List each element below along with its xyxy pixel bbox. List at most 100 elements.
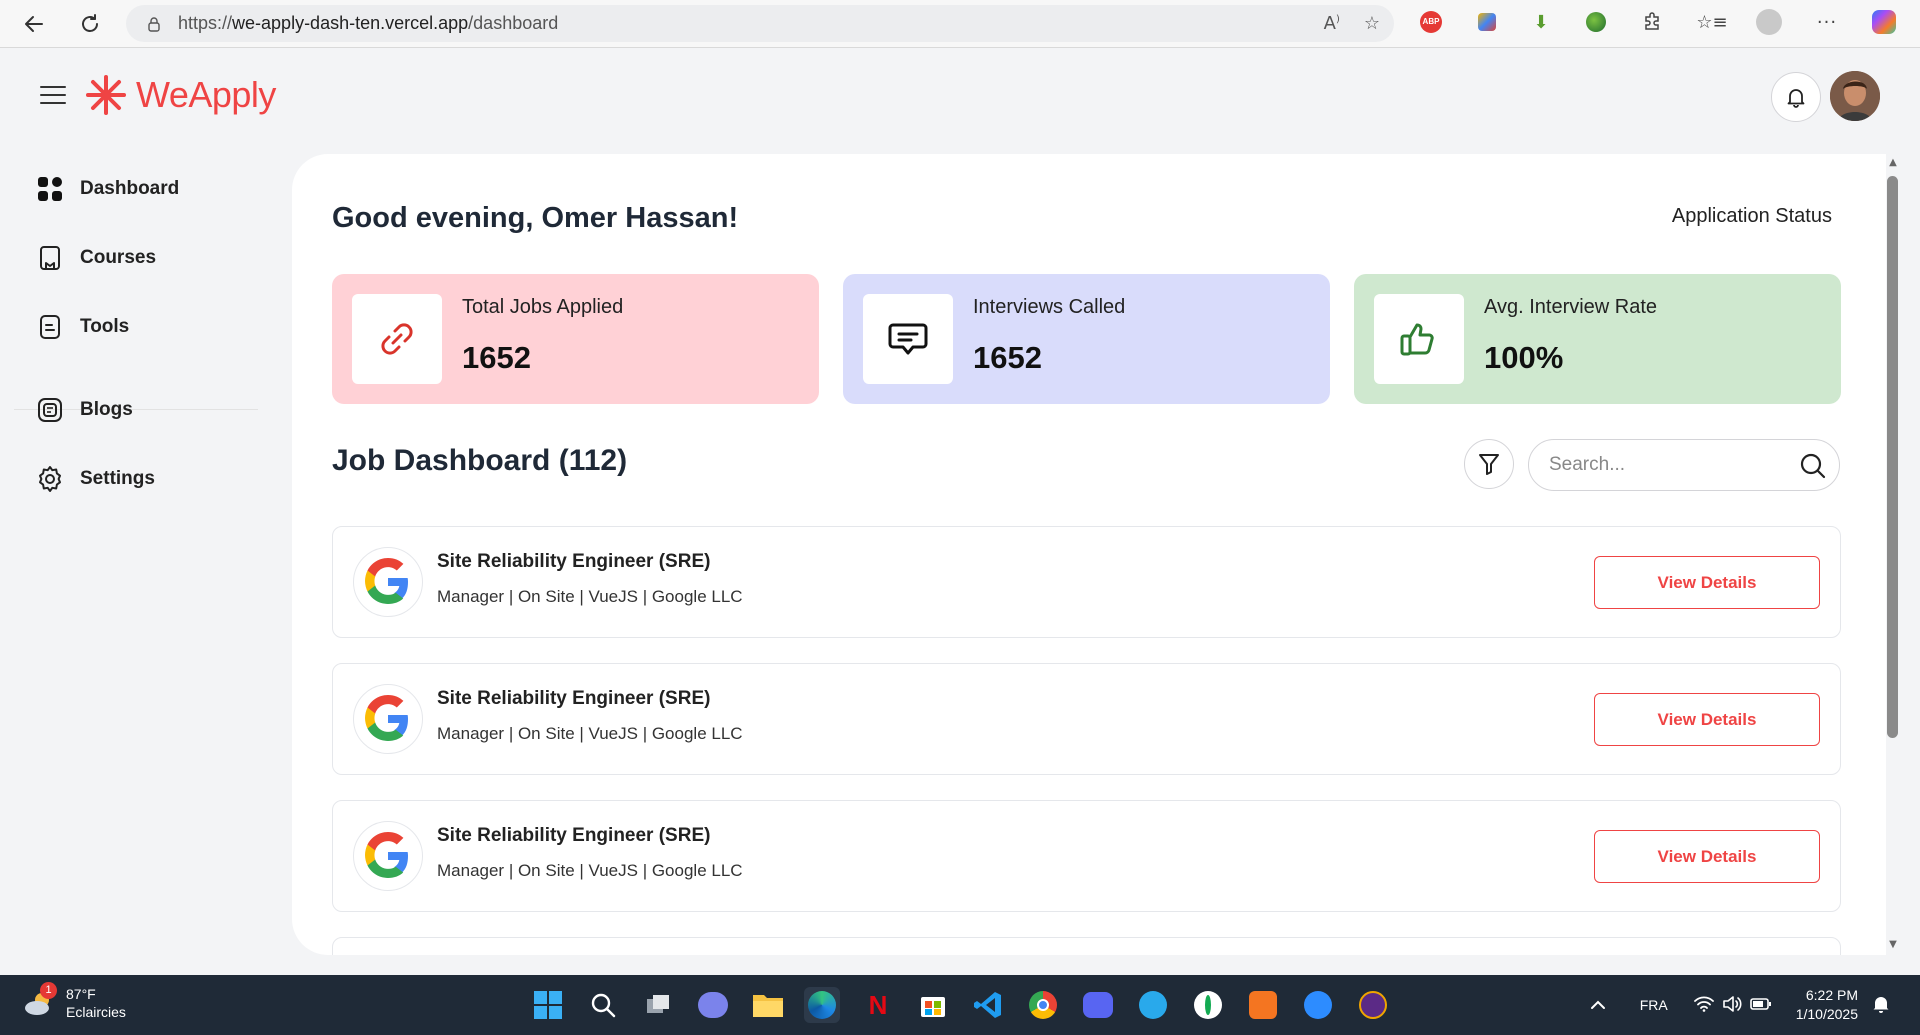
google-logo-icon: [353, 684, 423, 754]
sidebar-item-settings[interactable]: Settings: [36, 459, 155, 499]
wifi-icon[interactable]: [1693, 996, 1714, 1015]
stat-label: Avg. Interview Rate: [1484, 296, 1658, 318]
stat-value: 1652: [973, 340, 1042, 375]
job-title: Site Reliability Engineer (SRE): [437, 688, 711, 709]
refresh-icon[interactable]: [72, 6, 108, 42]
stat-card-interviews: Interviews Called 1652: [843, 274, 1330, 404]
link-icon: [352, 294, 442, 384]
windows-start-icon[interactable]: [530, 987, 566, 1023]
discord-icon[interactable]: [1080, 987, 1116, 1023]
stat-card-total-jobs: Total Jobs Applied 1652: [332, 274, 819, 404]
sidebar-item-label: Dashboard: [80, 178, 180, 199]
lock-icon: [148, 16, 160, 32]
job-meta: Manager | On Site | VueJS | Google LLC: [437, 861, 743, 880]
system-tray: FRA 6:22 PM 1/10/2025: [1590, 975, 1890, 1035]
sidebar-item-tools[interactable]: Tools: [36, 307, 129, 347]
job-card: Site Reliability Engineer (SRE) Manager …: [332, 526, 1841, 638]
mongodb-icon[interactable]: [1190, 987, 1226, 1023]
application-status-link[interactable]: Application Status: [1672, 205, 1832, 228]
clock[interactable]: 6:22 PM 1/10/2025: [1796, 986, 1858, 1024]
stat-value: 100%: [1484, 340, 1564, 375]
thumbs-up-icon: [1374, 294, 1464, 384]
chevron-up-icon[interactable]: [1590, 997, 1606, 1013]
read-aloud-icon[interactable]: A): [1324, 13, 1340, 34]
greeting-heading: Good evening, Omer Hassan!: [332, 202, 739, 234]
zoom-icon[interactable]: [1300, 987, 1336, 1023]
download-extension-icon[interactable]: ⬇: [1527, 8, 1555, 36]
task-view-icon[interactable]: [640, 987, 676, 1023]
hamburger-menu-icon[interactable]: [38, 83, 68, 107]
view-details-button[interactable]: View Details: [1594, 556, 1820, 609]
url-text: https://we-apply-dash-ten.vercel.app/das…: [178, 13, 559, 33]
google-logo-icon: [353, 821, 423, 891]
language-indicator[interactable]: FRA: [1640, 997, 1668, 1013]
sidebar-item-label: Settings: [80, 468, 155, 489]
search-icon[interactable]: [1799, 452, 1827, 480]
color-extension-icon[interactable]: [1473, 8, 1501, 36]
user-avatar[interactable]: [1830, 71, 1880, 121]
vscode-icon[interactable]: [970, 987, 1006, 1023]
sidebar-item-courses[interactable]: Courses: [36, 238, 156, 278]
favorite-star-icon[interactable]: ☆: [1364, 13, 1380, 34]
battery-icon[interactable]: [1749, 997, 1772, 1014]
address-bar[interactable]: https://we-apply-dash-ten.vercel.app/das…: [126, 5, 1394, 42]
scroll-up-arrow-icon[interactable]: ▲: [1887, 158, 1899, 168]
globe-extension-icon[interactable]: [1582, 8, 1610, 36]
sidebar-item-blogs[interactable]: Blogs: [36, 390, 133, 430]
copilot-icon[interactable]: [1870, 8, 1898, 36]
search-container: [1528, 439, 1840, 491]
netflix-icon[interactable]: N: [860, 987, 896, 1023]
weather-cloud-icon: 1: [22, 982, 57, 1020]
notification-bell-taskbar-icon[interactable]: [1872, 994, 1890, 1017]
scrollbar-thumb[interactable]: [1887, 176, 1898, 738]
profile-icon[interactable]: [1755, 8, 1783, 36]
adblock-icon[interactable]: ABP: [1417, 8, 1445, 36]
browser-toolbar: https://we-apply-dash-ten.vercel.app/das…: [0, 0, 1920, 48]
back-arrow-icon[interactable]: [16, 6, 52, 42]
scroll-down-arrow-icon[interactable]: ▼: [1887, 940, 1899, 950]
clock-date: 1/10/2025: [1795, 1006, 1858, 1022]
asterisk-logo-icon: [86, 75, 126, 115]
brand-logo[interactable]: WeApply: [84, 73, 276, 117]
grid-dashboard-icon: [36, 175, 64, 203]
telegram-icon[interactable]: [1135, 987, 1171, 1023]
more-icon[interactable]: ···: [1813, 8, 1841, 36]
stat-value: 1652: [462, 340, 531, 375]
stat-label: Total Jobs Applied: [462, 296, 624, 318]
job-card: Site Reliability Engineer (SRE) Manager …: [332, 800, 1841, 912]
file-explorer-icon[interactable]: [750, 987, 786, 1023]
filter-icon[interactable]: [1464, 439, 1514, 489]
main-panel: Good evening, Omer Hassan! Application S…: [292, 154, 1886, 955]
chrome-icon[interactable]: [1025, 987, 1061, 1023]
sidebar-item-label: Courses: [80, 247, 157, 268]
sidebar-item-label: Tools: [80, 316, 130, 337]
job-dashboard-title: Job Dashboard (112): [332, 444, 628, 477]
extension-puzzle-icon[interactable]: [1638, 8, 1666, 36]
job-meta: Manager | On Site | VueJS | Google LLC: [437, 724, 743, 743]
message-icon: [863, 294, 953, 384]
volume-icon[interactable]: [1722, 995, 1742, 1015]
job-title: Site Reliability Engineer (SRE): [437, 825, 711, 846]
weather-badge: 1: [40, 982, 57, 999]
view-details-button[interactable]: View Details: [1594, 830, 1820, 883]
blog-icon: [36, 396, 64, 424]
job-meta: Manager | On Site | VueJS | Google LLC: [437, 587, 743, 606]
notification-bell-icon[interactable]: [1771, 72, 1821, 122]
favorites-icon[interactable]: ☆≡: [1696, 8, 1727, 36]
job-card: Site Reliability Engineer (SRE) Manager …: [332, 663, 1841, 775]
stat-card-interview-rate: Avg. Interview Rate 100%: [1354, 274, 1841, 404]
search-input[interactable]: [1549, 440, 1789, 490]
search-taskbar-icon[interactable]: [585, 987, 621, 1023]
microsoft-store-icon[interactable]: [915, 987, 951, 1023]
crunchyroll-icon[interactable]: [1245, 987, 1281, 1023]
document-icon: [36, 313, 64, 341]
view-details-button[interactable]: View Details: [1594, 693, 1820, 746]
gear-icon: [36, 465, 64, 493]
job-title: Site Reliability Engineer (SRE): [437, 551, 711, 572]
windows-taskbar: 1 87°F Eclaircies N FRA 6:22 PM 1/10/202…: [0, 975, 1920, 1035]
sidebar-item-dashboard[interactable]: Dashboard: [36, 169, 179, 209]
teams-chat-icon[interactable]: [695, 987, 731, 1023]
weather-widget[interactable]: 1 87°F Eclaircies: [22, 982, 126, 1021]
edge-browser-icon[interactable]: [804, 987, 840, 1023]
pi-network-icon[interactable]: [1355, 987, 1391, 1023]
